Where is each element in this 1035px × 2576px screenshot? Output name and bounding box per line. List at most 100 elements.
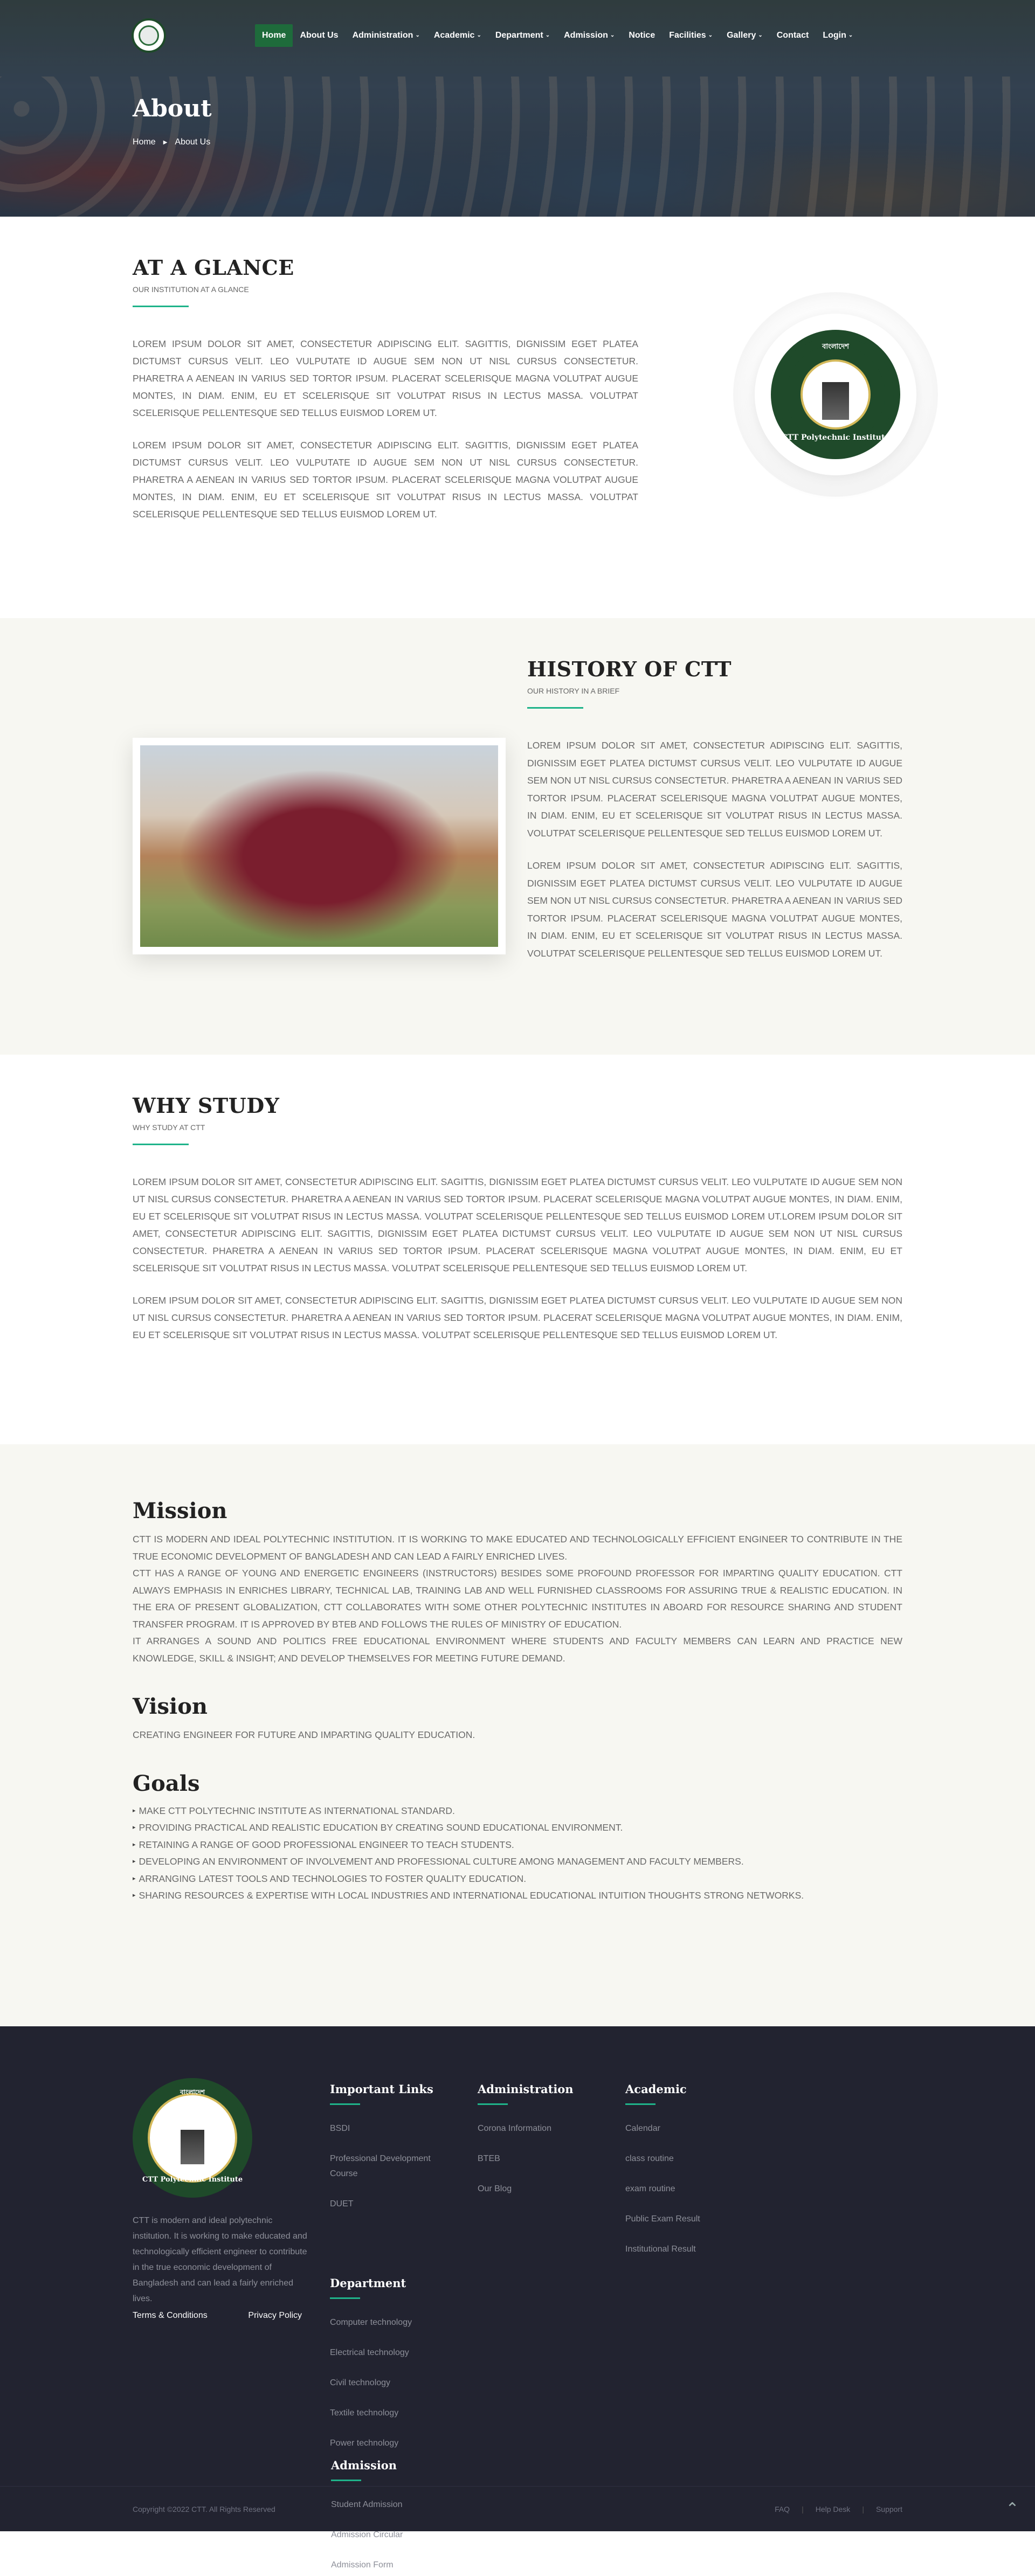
footer-column-title: Admission [331, 2459, 397, 2472]
link-separator: | [862, 2505, 864, 2513]
history-paragraph-1: Lorem ipsum dolor sit amet, consectetur … [527, 740, 902, 839]
footer-bottom-link[interactable]: Support [876, 2505, 902, 2513]
footer-link[interactable]: BSDI [330, 2121, 448, 2136]
bullet-arrow-icon: ▸ [133, 1858, 136, 1865]
nav-item-login[interactable]: Login ⌄ [816, 24, 860, 47]
accent-divider [330, 2103, 360, 2105]
nav-item-label: Notice [629, 31, 656, 40]
footer-link[interactable]: Electrical technology [330, 2345, 478, 2360]
section-subtitle: OUR HISTORY IN A BRIEF [527, 687, 620, 695]
footer-logo[interactable]: বাংলাদেশ CTT Polytechnic Institute [133, 2078, 252, 2198]
footer-link[interactable]: Institutional Result [625, 2242, 773, 2257]
footer-link[interactable]: Power technology [330, 2436, 478, 2451]
footer-column-title: Important Links [330, 2082, 433, 2096]
section-title: AT A GLANCE [133, 255, 294, 280]
footer-column-title: Administration [478, 2082, 574, 2096]
breadcrumb-current: About Us [175, 137, 211, 147]
nav-item-gallery[interactable]: Gallery ⌄ [720, 24, 770, 47]
footer-link[interactable]: Professional Development Course [330, 2151, 448, 2182]
footer-bottom-link[interactable]: Help Desk [816, 2505, 851, 2513]
nav-item-home[interactable]: Home [255, 24, 293, 47]
footer-link[interactable]: Admission Form [331, 2558, 493, 2573]
tower-icon [181, 2130, 204, 2164]
footer-column-title: Academic [625, 2082, 687, 2096]
nav-item-contact[interactable]: Contact [770, 24, 816, 47]
footer-link[interactable]: class routine [625, 2151, 773, 2166]
vision-text: Creating engineer for future and imparti… [133, 1729, 475, 1740]
footer-link[interactable]: Public Exam Result [625, 2212, 773, 2227]
institute-seal: বাংলাদেশ CTT Polytechnic Institute [733, 292, 938, 497]
section-title: HISTORY OF CTT [527, 657, 732, 681]
chevron-down-icon: ⌄ [477, 32, 481, 38]
footer-link[interactable]: Civil technology [330, 2376, 478, 2391]
bullet-arrow-icon: ▸ [133, 1824, 136, 1831]
footer-link[interactable]: exam routine [625, 2182, 773, 2197]
nav-item-notice[interactable]: Notice [622, 24, 662, 47]
goal-text: Providing practical and realistic educat… [139, 1822, 623, 1833]
scroll-to-top-icon[interactable]: ⌃ [1000, 2497, 1024, 2520]
nav-item-admission[interactable]: Admission ⌄ [557, 24, 622, 47]
bullet-arrow-icon: ▸ [133, 1875, 136, 1882]
footer-column-academic: Academic Calendar class routine exam routin… [625, 2078, 773, 2272]
bullet-arrow-icon: ▸ [133, 1807, 136, 1814]
footer-link[interactable]: Corona Information [478, 2121, 625, 2136]
seal-bottom-text: CTT Polytechnic Institute [142, 2176, 243, 2184]
chevron-down-icon: ⌄ [848, 32, 853, 38]
chevron-down-icon: ⌄ [610, 32, 615, 38]
section-title: WHY STUDY [133, 1093, 280, 1118]
nav-item-academic[interactable]: Academic ⌄ [427, 24, 488, 47]
nav-item-label: Gallery [727, 31, 756, 40]
nav-item-label: Contact [776, 31, 809, 40]
breadcrumb-separator-icon: ▶ [163, 139, 168, 146]
goal-item: ▸ Providing practical and realistic educa… [133, 1819, 902, 1837]
footer-bottom-link[interactable]: FAQ [775, 2505, 790, 2513]
history-section: HISTORY OF CTT OUR HISTORY IN A BRIEF Lo… [0, 618, 1035, 1055]
footer-column-important-links: Important Links BSDI Professional Developm… [330, 2078, 478, 2272]
nav-item-label: Login [823, 31, 846, 40]
copyright-text: Copyright ©2022 CTT. All Rights Reserved [133, 2505, 275, 2513]
chevron-down-icon: ⌄ [545, 32, 550, 38]
goal-item: ▸ Retaining a range of good professional … [133, 1837, 902, 1854]
footer-link[interactable]: DUET [330, 2197, 448, 2212]
footer-description: CTT is modern and ideal polytechnic inst… [133, 2216, 307, 2303]
footer-link[interactable]: Computer technology [330, 2315, 478, 2330]
nav-item-about-us[interactable]: About Us [293, 24, 345, 47]
goal-item: ▸ Make CTT polytechnic institute as inter… [133, 1803, 902, 1820]
goal-item: ▸ Sharing resources & expertise with loca… [133, 1887, 902, 1905]
accent-divider [331, 2480, 361, 2481]
footer-column-title: Department [330, 2276, 406, 2290]
group-photo [133, 738, 506, 954]
privacy-link[interactable]: Privacy Policy [248, 2311, 302, 2321]
footer-column-administration: Administration Corona Information BTEB Our … [478, 2078, 625, 2272]
nav-item-facilities[interactable]: Facilities ⌄ [662, 24, 720, 47]
vision-title: Vision [133, 1694, 208, 1719]
nav-item-department[interactable]: Department ⌄ [488, 24, 557, 47]
footer-link[interactable]: BTEB [478, 2151, 625, 2166]
mission-title: Mission [133, 1498, 227, 1524]
goal-item: ▸ Developing an environment of involvemen… [133, 1853, 902, 1871]
accent-divider [133, 306, 189, 307]
nav-item-label: About Us [300, 31, 339, 40]
terms-link[interactable]: Terms & Conditions [133, 2311, 208, 2321]
footer-link[interactable]: Our Blog [478, 2182, 625, 2197]
goal-text: Developing an environment of involvement… [139, 1856, 744, 1867]
breadcrumb-home[interactable]: Home [133, 137, 156, 147]
why-study-section: WHY STUDY WHY STUDY AT CTT Lorem ipsum d… [0, 1055, 1035, 1444]
mission-line: CTT has a range of young and energetic e… [133, 1568, 902, 1630]
why-paragraph-2: Lorem ipsum dolor sit amet, consectetur … [133, 1295, 902, 1340]
seal-top-text: বাংলাদেশ [822, 342, 849, 350]
why-paragraph-1: Lorem ipsum dolor sit amet, consectetur … [133, 1176, 902, 1273]
goal-text: Sharing resources & expertise with local… [139, 1890, 804, 1901]
footer-link[interactable]: Calendar [625, 2121, 773, 2136]
section-subtitle: OUR INSTITUTION AT A GLANCE [133, 285, 249, 294]
goals-title: Goals [133, 1770, 200, 1796]
footer-link[interactable]: Textile technology [330, 2406, 478, 2421]
accent-divider [133, 1144, 189, 1145]
site-logo[interactable] [132, 18, 166, 53]
nav-item-administration[interactable]: Administration ⌄ [346, 24, 427, 47]
mission-vision-goals-section: Mission CTT is modern and ideal polytech… [0, 1444, 1035, 2026]
goal-text: Make CTT polytechnic institute as intern… [139, 1805, 455, 1816]
accent-divider [625, 2103, 656, 2105]
footer-columns: Important Links BSDI Professional Developm… [330, 2078, 902, 2466]
goal-item: ▸ Arranging latest tools and technologies… [133, 1871, 902, 1888]
